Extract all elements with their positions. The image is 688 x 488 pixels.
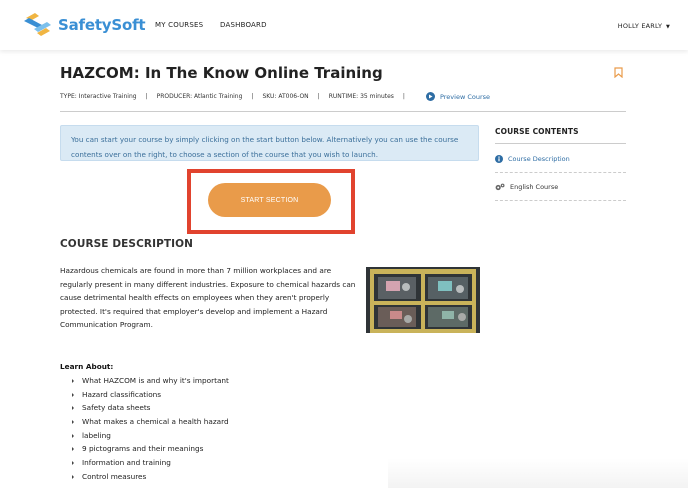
meta-sku: SKU: AT006-ON [262, 93, 309, 100]
bullet-icon [72, 433, 74, 438]
bullet-icon [72, 406, 74, 411]
list-item: Hazard classifications [72, 388, 229, 402]
meta-separator: | [145, 93, 148, 100]
chevron-down-icon: ▼ [664, 24, 670, 30]
meta-type: TYPE: Interactive Training [60, 93, 137, 100]
divider [60, 111, 626, 112]
list-item: labeling [72, 429, 229, 443]
course-description-heading: COURSE DESCRIPTION [60, 238, 194, 250]
user-menu[interactable]: HOLLY EARLY ▼ [618, 22, 670, 30]
play-icon [425, 92, 435, 101]
list-item-text: labeling [82, 430, 111, 440]
list-item: What HAZCOM is and why it's important [72, 374, 229, 388]
learn-about-list: What HAZCOM is and why it's important Ha… [72, 374, 229, 484]
course-meta: TYPE: Interactive Training | PRODUCER: A… [60, 92, 490, 101]
divider [495, 143, 626, 144]
user-name: HOLLY EARLY [617, 22, 663, 30]
page-shadow [388, 458, 688, 488]
bullet-icon [72, 378, 74, 383]
meta-runtime: RUNTIME: 35 minutes [328, 93, 394, 100]
list-item: What makes a chemical a health hazard [72, 415, 229, 429]
preview-course-label: Preview Course [439, 92, 491, 101]
bullet-icon [72, 419, 74, 424]
list-item: 9 pictograms and their meanings [72, 442, 229, 456]
learn-about-heading: Learn About: [60, 362, 114, 371]
preview-course-link[interactable]: Preview Course [425, 92, 491, 101]
start-section-button[interactable]: START SECTION [208, 183, 331, 217]
list-item: Control measures [72, 470, 229, 484]
bullet-icon [72, 474, 74, 479]
sidebar-item-english-course[interactable]: English Course [495, 173, 626, 201]
list-item: Information and training [72, 456, 229, 470]
meta-separator: | [251, 93, 254, 100]
sidebar-item-label: English Course [510, 182, 559, 191]
list-item-text: Hazard classifications [82, 389, 162, 399]
list-item-text: What HAZCOM is and why it's important [82, 376, 229, 385]
sidebar-item-label: Course Description [508, 154, 570, 163]
gears-icon [495, 183, 505, 191]
logo[interactable]: SafetySoft [22, 12, 146, 38]
course-image [366, 267, 480, 333]
nav-dashboard[interactable]: DASHBOARD [220, 21, 267, 29]
meta-separator: | [402, 93, 405, 100]
info-alert: You can start your course by simply clic… [60, 125, 479, 161]
list-item-text: Information and training [82, 458, 171, 468]
list-item: Safety data sheets [72, 401, 229, 415]
list-item-text: Control measures [82, 471, 147, 481]
bookmark-icon[interactable] [614, 67, 623, 78]
bullet-icon [72, 460, 74, 465]
safetysoft-logo-icon [24, 13, 51, 36]
course-thumbnail [366, 267, 480, 333]
bullet-icon [72, 392, 74, 397]
course-description-text: Hazardous chemicals are found in more th… [60, 266, 356, 330]
nav-my-courses[interactable]: MY COURSES [155, 21, 203, 29]
list-item-text: 9 pictograms and their meanings [82, 444, 204, 454]
list-item-text: Safety data sheets [82, 403, 151, 413]
sidebar-item-course-description[interactable]: Course Description [495, 145, 626, 173]
meta-producer: PRODUCER: Atlantic Training [156, 93, 243, 100]
course-contents-heading: COURSE CONTENTS [495, 127, 579, 136]
list-item-text: What makes a chemical a health hazard [82, 417, 229, 427]
info-icon [495, 154, 503, 163]
top-navbar: SafetySoft MY COURSES DASHBOARD HOLLY EA… [0, 0, 688, 50]
page-title: HAZCOM: In The Know Online Training [60, 64, 383, 82]
brand-name: SafetySoft [58, 16, 146, 34]
meta-separator: | [317, 93, 320, 100]
bullet-icon [72, 447, 74, 452]
